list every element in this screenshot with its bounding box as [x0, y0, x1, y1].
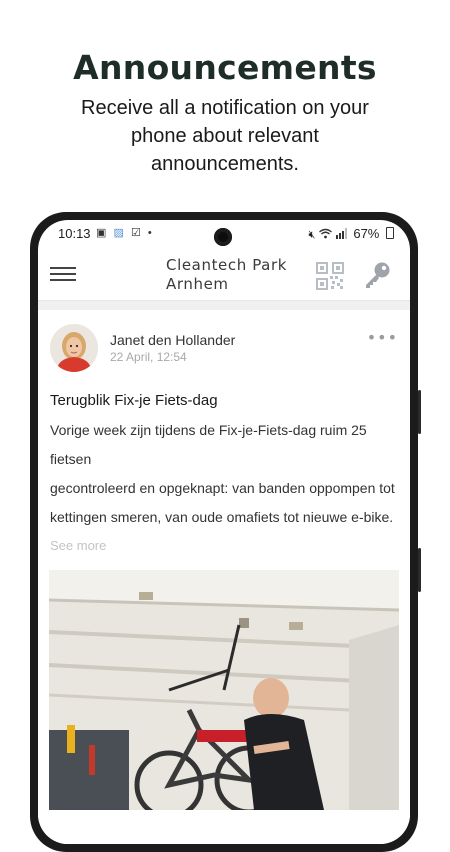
- brand-line-1: Cleantech Park: [166, 256, 288, 274]
- battery-level: 67%: [353, 226, 380, 241]
- front-camera: [214, 228, 232, 246]
- post-body-line: fietsen: [50, 451, 92, 467]
- qr-code-icon[interactable]: [316, 262, 344, 290]
- post-date: 22 April, 12:54: [110, 350, 187, 364]
- status-left-icons: ▣ ▨ ☑ •: [96, 226, 154, 239]
- post-body-line: gecontroleerd en opgeknapt: van banden o…: [50, 480, 395, 496]
- brand-line-2: Arnhem: [166, 275, 229, 293]
- signal-icon: [335, 228, 347, 239]
- promo-headline: Announcements: [73, 48, 377, 87]
- post-body-line: Vorige week zijn tijdens de Fix-je-Fiets…: [50, 422, 367, 438]
- power-button: [418, 548, 421, 592]
- volume-button: [418, 390, 421, 434]
- post-photo[interactable]: [49, 570, 399, 810]
- wifi-icon: [319, 228, 333, 239]
- promo-subline: Receive all a notification on your phone…: [81, 97, 369, 175]
- phone-frame: 10:13 ▣ ▨ ☑ • 🔇︎ 67% Cleantech Park Arnh…: [30, 212, 421, 852]
- see-more-link[interactable]: See more: [50, 538, 106, 553]
- avatar[interactable]: [50, 324, 98, 372]
- status-right-icons: 🔇︎ 67%: [306, 226, 394, 242]
- app-bar: Cleantech Park Arnhem: [38, 250, 410, 301]
- status-time: 10:13: [58, 226, 91, 241]
- post-body-line: kettingen smeren, van oude omafiets tot …: [50, 509, 394, 525]
- status-bar: 10:13 ▣ ▨ ☑ • 🔇︎ 67%: [38, 220, 410, 248]
- post-card[interactable]: Janet den Hollander 22 April, 12:54 ••• …: [38, 310, 410, 844]
- app-brand: Cleantech Park Arnhem: [166, 256, 287, 294]
- pattern-icon: ▨: [113, 227, 126, 239]
- post-body: Vorige week zijn tijdens de Fix-je-Fiets…: [50, 416, 402, 532]
- mute-icon: 🔇︎: [308, 229, 316, 241]
- key-icon[interactable]: [362, 260, 392, 290]
- dot-icon: •: [147, 227, 154, 239]
- post-title: Terugblik Fix-je Fiets-dag: [50, 392, 218, 409]
- phone-screen: 10:13 ▣ ▨ ☑ • 🔇︎ 67% Cleantech Park Arnh…: [38, 220, 410, 844]
- battery-icon: [386, 227, 394, 239]
- post-author[interactable]: Janet den Hollander: [110, 332, 235, 348]
- gallery-icon: ▣: [96, 227, 109, 239]
- checkbox-icon: ☑: [130, 227, 143, 239]
- menu-icon[interactable]: [50, 267, 76, 281]
- more-options-icon[interactable]: •••: [367, 328, 398, 347]
